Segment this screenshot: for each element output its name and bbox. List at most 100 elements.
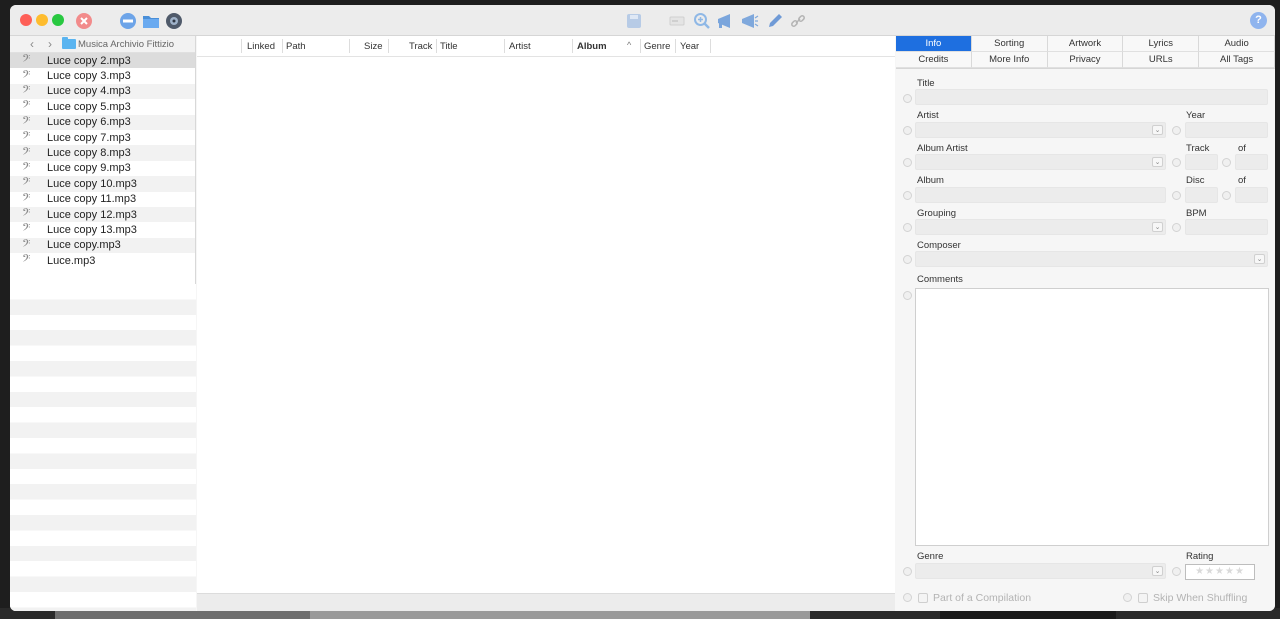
audio-file-icon: 𝄢 xyxy=(22,160,31,176)
comments-lock-toggle[interactable] xyxy=(903,291,912,300)
folder-name[interactable]: Musica Archivio Fittizio xyxy=(78,39,174,50)
tab-credits[interactable]: Credits xyxy=(896,52,972,68)
close-window-button[interactable] xyxy=(20,14,32,26)
chevron-down-icon[interactable]: ⌄ xyxy=(1254,254,1265,264)
tab-lyrics[interactable]: Lyrics xyxy=(1123,36,1200,52)
disc-total-field[interactable] xyxy=(1235,187,1268,203)
file-list-item[interactable]: 𝄢 Luce copy 12.mp3 xyxy=(10,206,195,223)
back-button[interactable]: ‹ xyxy=(26,37,38,51)
file-name: Luce copy 12.mp3 xyxy=(47,208,137,221)
chevron-down-icon[interactable]: ⌄ xyxy=(1152,566,1163,576)
file-list-item[interactable]: 𝄢 Luce copy 4.mp3 xyxy=(10,83,195,100)
file-list-item[interactable]: 𝄢 Luce copy 3.mp3 xyxy=(10,68,195,84)
forward-button[interactable]: › xyxy=(44,37,56,51)
bpm-field[interactable] xyxy=(1185,219,1268,235)
genre-lock-toggle[interactable] xyxy=(903,567,912,576)
zoom-window-button[interactable] xyxy=(52,14,64,26)
rating-stars[interactable]: ★★★★★ xyxy=(1185,564,1255,580)
column-header-genre[interactable]: Genre xyxy=(644,41,670,52)
file-list-item[interactable]: 𝄢 Luce copy 5.mp3 xyxy=(10,99,195,114)
disc-total-lock-toggle[interactable] xyxy=(1222,191,1231,200)
year-field[interactable] xyxy=(1185,122,1268,138)
album-lock-toggle[interactable] xyxy=(903,191,912,200)
comments-label: Comments xyxy=(917,274,963,285)
skip-shuffling-checkbox[interactable] xyxy=(1138,593,1148,603)
audio-file-icon: 𝄢 xyxy=(22,53,31,69)
chevron-down-icon[interactable]: ⌄ xyxy=(1152,125,1163,135)
disc-lock-toggle[interactable] xyxy=(1172,191,1181,200)
column-header-linked[interactable]: Linked xyxy=(247,41,275,52)
year-lock-toggle[interactable] xyxy=(1172,126,1181,135)
grouping-label: Grouping xyxy=(917,208,957,219)
file-list-item[interactable]: 𝄢 Luce copy 9.mp3 xyxy=(10,161,195,176)
megaphone-alt-icon[interactable] xyxy=(740,11,760,31)
pencil-icon[interactable] xyxy=(765,11,785,31)
file-list-item[interactable]: 𝄢 Luce copy 2.mp3 xyxy=(10,53,195,69)
file-list-item[interactable]: 𝄢 Luce copy 6.mp3 xyxy=(10,114,195,130)
folder-icon[interactable] xyxy=(141,11,161,31)
compilation-lock-toggle[interactable] xyxy=(903,593,912,602)
album-artist-lock-toggle[interactable] xyxy=(903,158,912,167)
tab-audio[interactable]: Audio xyxy=(1199,36,1275,52)
album-field[interactable] xyxy=(915,187,1166,203)
year-label: Year xyxy=(1186,110,1206,121)
track-total-lock-toggle[interactable] xyxy=(1222,158,1231,167)
track-number-field[interactable] xyxy=(1185,154,1218,170)
composer-field[interactable]: ⌄ xyxy=(915,251,1268,267)
title-lock-toggle[interactable] xyxy=(903,94,912,103)
link-icon[interactable] xyxy=(788,11,808,31)
composer-lock-toggle[interactable] xyxy=(903,255,912,264)
column-header-title[interactable]: Title xyxy=(440,41,458,52)
rating-lock-toggle[interactable] xyxy=(1172,567,1181,576)
minimize-window-button[interactable] xyxy=(36,14,48,26)
tab-urls[interactable]: URLs xyxy=(1123,52,1200,68)
file-list-item[interactable]: 𝄢 Luce copy 11.mp3 xyxy=(10,192,195,207)
track-total-field[interactable] xyxy=(1235,154,1268,170)
track-lock-toggle[interactable] xyxy=(1172,158,1181,167)
column-header-path[interactable]: Path xyxy=(286,41,306,52)
tab-all-tags[interactable]: All Tags xyxy=(1199,52,1275,68)
column-header-year[interactable]: Year xyxy=(680,41,699,52)
column-header-artist[interactable]: Artist xyxy=(509,41,531,52)
file-name: Luce copy 10.mp3 xyxy=(47,177,137,190)
close-circle-icon[interactable] xyxy=(74,11,94,31)
grouping-field[interactable]: ⌄ xyxy=(915,219,1166,235)
zoom-icon[interactable] xyxy=(692,11,712,31)
megaphone-icon[interactable] xyxy=(716,11,736,31)
tab-info[interactable]: Info xyxy=(896,36,972,52)
file-list-item[interactable]: 𝄢 Luce copy 13.mp3 xyxy=(10,222,195,237)
artist-field[interactable]: ⌄ xyxy=(915,122,1166,138)
tab-artwork[interactable]: Artwork xyxy=(1047,36,1124,52)
bpm-lock-toggle[interactable] xyxy=(1172,223,1181,232)
disc-icon[interactable] xyxy=(164,11,184,31)
file-list-item[interactable]: 𝄢 Luce.mp3 xyxy=(10,253,195,268)
album-artist-field[interactable]: ⌄ xyxy=(915,154,1166,170)
remove-icon[interactable] xyxy=(118,11,138,31)
grouping-lock-toggle[interactable] xyxy=(903,223,912,232)
tab-privacy[interactable]: Privacy xyxy=(1047,52,1124,68)
title-field[interactable] xyxy=(915,89,1268,105)
tab-sorting[interactable]: Sorting xyxy=(971,36,1048,52)
help-button[interactable]: ? xyxy=(1250,12,1267,29)
column-header-album[interactable]: Album xyxy=(577,41,607,52)
column-header-track[interactable]: Track xyxy=(409,41,432,52)
disc-number-field[interactable] xyxy=(1185,187,1218,203)
file-list-item[interactable]: 𝄢 Luce copy 8.mp3 xyxy=(10,145,195,161)
chevron-down-icon[interactable]: ⌄ xyxy=(1152,222,1163,232)
horizontal-scrollbar[interactable] xyxy=(197,593,895,611)
tab-more-info[interactable]: More Info xyxy=(971,52,1048,68)
skip-shuffling-lock-toggle[interactable] xyxy=(1123,593,1132,602)
comments-textarea[interactable] xyxy=(915,288,1269,546)
artist-lock-toggle[interactable] xyxy=(903,126,912,135)
save-icon[interactable] xyxy=(624,11,644,31)
file-list-item[interactable]: 𝄢 Luce copy 7.mp3 xyxy=(10,130,195,145)
genre-field[interactable]: ⌄ xyxy=(915,563,1166,579)
tag-icon[interactable] xyxy=(667,11,687,31)
audio-file-icon: 𝄢 xyxy=(22,145,31,161)
file-list-item[interactable]: 𝄢 Luce copy 10.mp3 xyxy=(10,176,195,192)
file-list-item[interactable]: 𝄢 Luce copy.mp3 xyxy=(10,237,195,254)
chevron-down-icon[interactable]: ⌄ xyxy=(1152,157,1163,167)
audio-file-icon: 𝄢 xyxy=(22,114,31,130)
column-header-size[interactable]: Size xyxy=(364,41,382,52)
compilation-checkbox[interactable] xyxy=(918,593,928,603)
